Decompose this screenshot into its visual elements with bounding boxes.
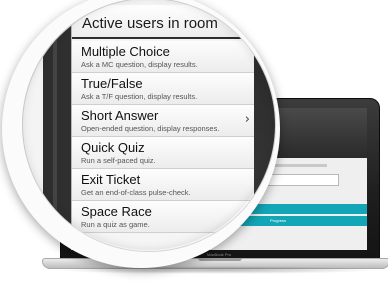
menu-item-subtitle: Ask a MC question, display results. bbox=[81, 60, 198, 69]
promo-scene: e Progress MacBook Pro Active users in r… bbox=[0, 0, 388, 285]
menu-item-title: True/False bbox=[81, 76, 143, 91]
menu-item-exit-ticket[interactable]: Exit Ticket Get an end-of-class pulse-ch… bbox=[72, 169, 254, 201]
menu-item-title: Short Answer bbox=[81, 108, 159, 123]
menu-item-title: Space Race bbox=[81, 204, 152, 219]
menu-item-subtitle: Open-ended question, display responses. bbox=[81, 124, 220, 133]
menu-item-true-false[interactable]: True/False Ask a T/F question, display r… bbox=[72, 73, 254, 105]
menu-item-title: Quick Quiz bbox=[81, 140, 145, 155]
laptop-shadow bbox=[54, 266, 380, 274]
menu-item-title: Exit Ticket bbox=[81, 172, 141, 187]
laptop-brand-label: MacBook Pro bbox=[207, 252, 232, 257]
menu-item-subtitle: Get an end-of-class pulse-check. bbox=[81, 188, 191, 197]
magnifier-frame: Active users in room Multiple Choice Ask… bbox=[2, 0, 280, 268]
laptop-notch bbox=[198, 258, 242, 261]
chevron-right-icon: › bbox=[244, 112, 250, 127]
zoomed-app-view: Active users in room Multiple Choice Ask… bbox=[23, 0, 275, 251]
menu-item-multiple-choice[interactable]: Multiple Choice Ask a MC question, displ… bbox=[72, 41, 254, 73]
menu-header: Active users in room bbox=[72, 5, 254, 39]
menu-item-subtitle: Run a quiz as game. bbox=[81, 220, 150, 229]
magnifier-lens: Active users in room Multiple Choice Ask… bbox=[22, 0, 276, 252]
menu-item-subtitle: Ask a T/F question, display results. bbox=[81, 92, 198, 101]
menu-item-space-race[interactable]: Space Race Run a quiz as game. bbox=[72, 201, 254, 233]
menu-item-short-answer[interactable]: Short Answer Open-ended question, displa… bbox=[72, 105, 254, 137]
menu-item-quick-quiz[interactable]: Quick Quiz Run a self-paced quiz. bbox=[72, 137, 254, 169]
menu-item-title: Multiple Choice bbox=[81, 44, 170, 59]
active-users-label: Active users in room bbox=[82, 15, 218, 32]
activity-menu: Active users in room Multiple Choice Ask… bbox=[71, 0, 254, 251]
menu-item-subtitle: Run a self-paced quiz. bbox=[81, 156, 156, 165]
